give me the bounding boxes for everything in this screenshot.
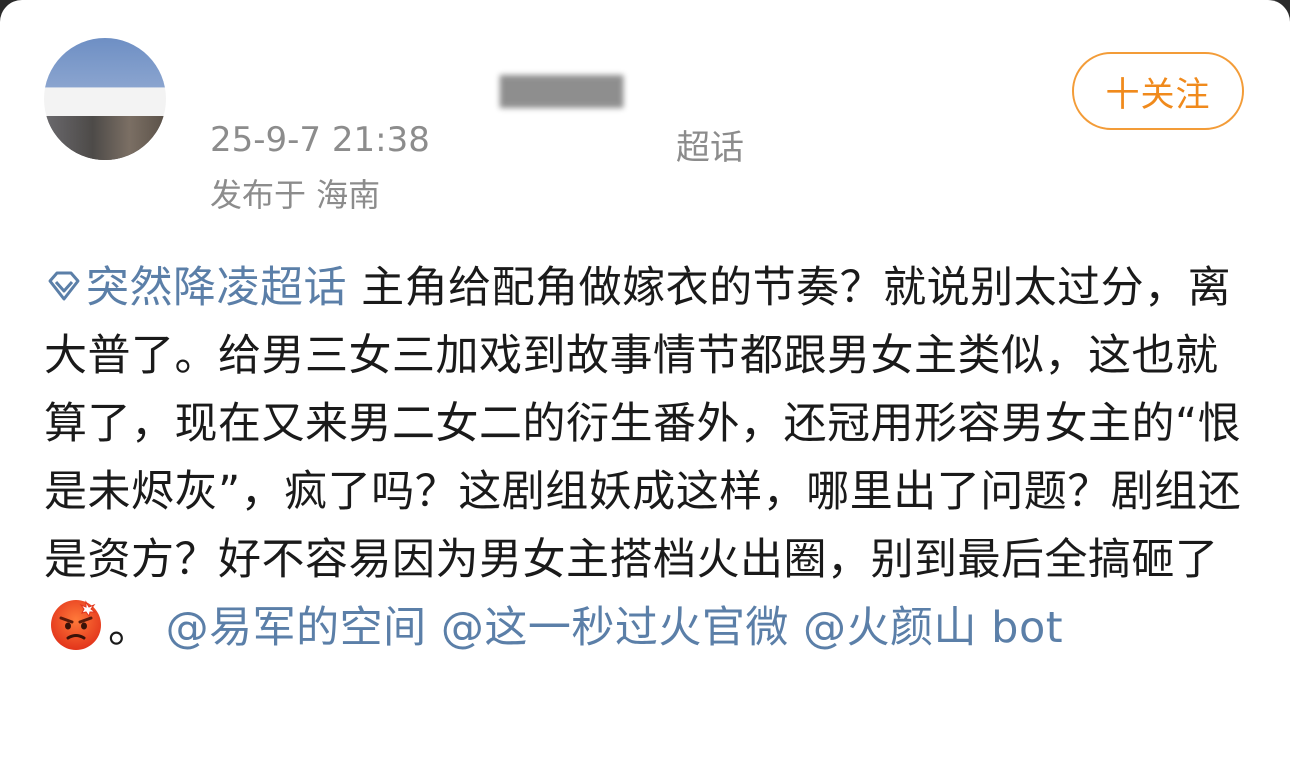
post-location: 发布于 海南 <box>210 176 381 214</box>
supertopic-diamond-icon <box>48 271 80 301</box>
mention-link-1[interactable]: @易军的空间 <box>166 603 427 653</box>
follow-button[interactable]: 十关注 <box>1072 52 1244 130</box>
post-text-tail: 。 <box>108 603 152 653</box>
angry-face-emoji-icon <box>51 600 101 650</box>
supertopic-label[interactable]: 突然降凌超话 <box>86 263 347 313</box>
username-blurred[interactable]: ▇▇▇▇▇ <box>500 70 800 108</box>
supertopic-link[interactable]: 突然降凌超话 <box>44 263 347 313</box>
user-avatar[interactable] <box>44 38 166 160</box>
post-time: 25-9-7 21:38 <box>210 120 430 160</box>
post-source[interactable]: 超话 <box>676 120 744 169</box>
meta-redaction <box>440 118 680 164</box>
avatar-image-foreground <box>44 116 166 160</box>
post-card: ▇▇▇▇▇ 25-9-7 21:38 超话 发布于 海南 十关注 突然降凌超话 … <box>0 0 1290 784</box>
mention-link-3[interactable]: @火颜山 bot <box>803 603 1063 653</box>
post-content: 突然降凌超话 主角给配角做嫁衣的节奏？就说别太过分，离大普了。给男三女三加戏到故… <box>44 254 1254 662</box>
mention-link-2[interactable]: @这一秒过火官微 <box>441 603 789 653</box>
